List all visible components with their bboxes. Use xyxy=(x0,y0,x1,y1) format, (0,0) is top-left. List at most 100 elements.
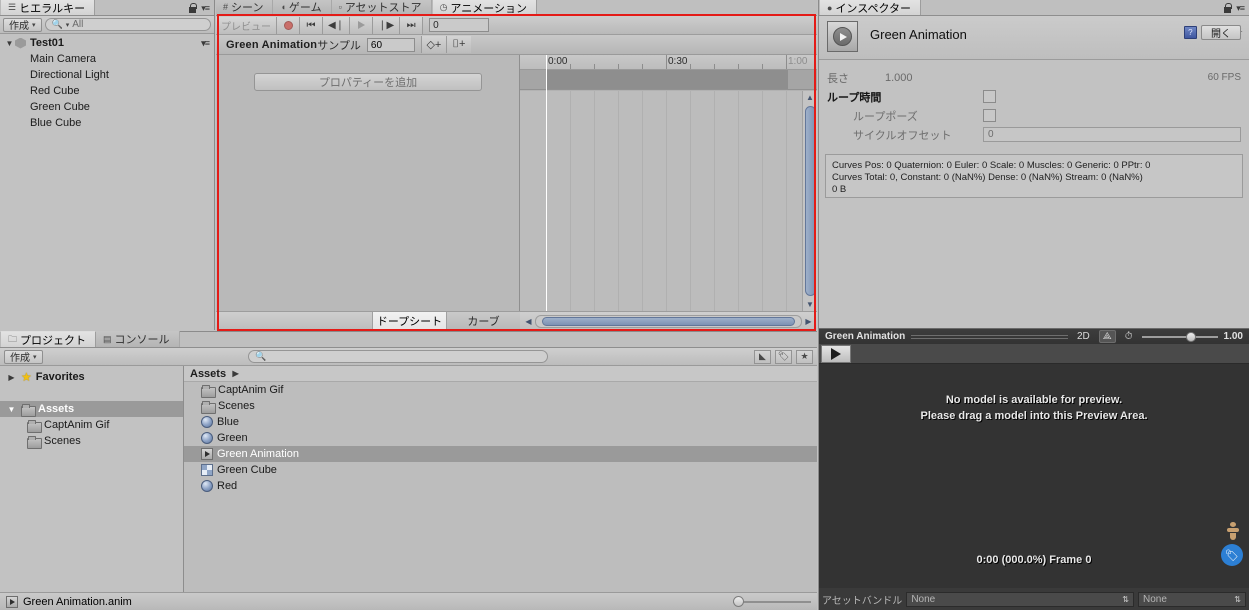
tab-animation[interactable]: ◷ アニメーション xyxy=(431,0,537,15)
list-item-selected[interactable]: Green Animation xyxy=(184,446,817,462)
tab-asset-store[interactable]: ▫ アセットストア xyxy=(331,0,432,15)
list-item[interactable]: CaptAnim Gif xyxy=(184,382,817,398)
tab-console[interactable]: ▤ コンソール xyxy=(96,331,180,347)
project-search-input[interactable]: 🔍 xyxy=(248,350,549,363)
open-button[interactable]: 開く xyxy=(1201,25,1241,40)
hierarchy-item[interactable]: Blue Cube xyxy=(0,115,214,131)
list-item[interactable]: Blue xyxy=(184,414,817,430)
chevron-down-icon[interactable]: ▼ xyxy=(6,405,17,414)
scroll-right-icon[interactable]: ▶ xyxy=(802,315,815,328)
current-frame-input[interactable]: 0 xyxy=(429,18,490,32)
play-button[interactable] xyxy=(350,16,374,34)
asset-variant-dropdown[interactable]: None ⇅ xyxy=(1138,591,1246,607)
preview-area[interactable]: No model is available for preview. Pleas… xyxy=(819,364,1249,588)
tab-project[interactable]: 🗀 プロジェクト xyxy=(0,331,97,347)
chevron-down-icon[interactable]: ▼ xyxy=(4,39,15,48)
preview-button[interactable]: プレビュー xyxy=(216,16,277,34)
chevron-down-icon: ▾ xyxy=(32,21,36,29)
panel-menu-icon[interactable]: ▾≡ xyxy=(201,3,210,14)
next-keyframe-button[interactable]: ❘▶ xyxy=(373,16,401,34)
hierarchy-item[interactable]: Main Camera xyxy=(0,51,214,67)
breadcrumb-label[interactable]: Assets xyxy=(190,368,226,380)
tab-inspector[interactable]: ● インスペクター xyxy=(819,0,922,15)
sample-rate-input[interactable]: 60 xyxy=(366,37,415,52)
hierarchy-item[interactable]: Green Cube xyxy=(0,99,214,115)
tab-hierarchy[interactable]: ☰ ヒエラルキー xyxy=(0,0,96,15)
tab-curves[interactable]: カーブ xyxy=(446,312,520,330)
hierarchy-scene-root[interactable]: ▼ Test01 ▾≡ xyxy=(0,35,214,51)
search-icon: 🔍 xyxy=(255,351,267,361)
preview-2d-toggle[interactable]: 2D xyxy=(1074,331,1093,342)
timeline-ruler[interactable]: 0:00 0:30 1:00 xyxy=(520,55,817,70)
prev-keyframe-button[interactable]: ◀❘ xyxy=(323,16,351,34)
project-split: ▶ ★ Favorites ▼ Assets CaptAnim Gif Scen… xyxy=(0,366,817,592)
gamepad-icon: ◖ xyxy=(280,2,286,12)
axis-icon[interactable]: ⟁ xyxy=(1098,330,1116,343)
list-item[interactable]: Green Cube xyxy=(184,462,817,478)
scroll-down-icon[interactable]: ▼ xyxy=(806,298,814,311)
loop-pose-row: ループポーズ xyxy=(827,106,1241,125)
tab-scene-label: シーン xyxy=(231,2,264,14)
slider-knob[interactable] xyxy=(733,595,744,607)
project-tree-assets[interactable]: ▼ Assets xyxy=(0,401,183,417)
project-tree-favorites[interactable]: ▶ ★ Favorites xyxy=(0,369,183,385)
clip-name-label[interactable]: Green Animation xyxy=(216,39,317,51)
list-item[interactable]: Green xyxy=(184,430,817,446)
list-item[interactable]: Red xyxy=(184,478,817,494)
project-tree-item[interactable]: Scenes xyxy=(0,433,183,449)
add-event-button[interactable]: ⌷+ xyxy=(445,36,471,53)
tag-icon[interactable]: 🏷 xyxy=(1221,544,1243,566)
hscroll-track[interactable] xyxy=(535,314,802,328)
hscroll-thumb[interactable] xyxy=(542,316,795,326)
vscroll-thumb[interactable] xyxy=(804,106,816,296)
tab-dope-sheet[interactable]: ドープシート xyxy=(372,312,446,330)
tab-game[interactable]: ◖ ゲーム xyxy=(273,0,332,15)
timeline-vertical-scrollbar[interactable]: ▲ ▼ xyxy=(802,91,817,311)
preview-zoom-slider[interactable] xyxy=(1141,331,1218,342)
search-icon: 🔍 xyxy=(51,19,63,29)
filter-by-type-icon[interactable]: ◣ xyxy=(754,349,772,364)
animation-clip-row: Green Animation サンプル 60 ◇+ ⌷+ xyxy=(216,35,817,55)
favorites-star-icon[interactable]: ★ xyxy=(796,349,814,364)
add-property-button[interactable]: プロパティーを追加 xyxy=(254,73,482,91)
chevron-right-icon[interactable]: ▶ xyxy=(6,373,17,382)
center-dock: # シーン ◖ ゲーム ▫ アセットストア ◷ アニメーション プレビュー ⏮ … xyxy=(216,0,817,330)
list-item[interactable]: Scenes xyxy=(184,398,817,414)
hierarchy-item[interactable]: Red Cube xyxy=(0,83,214,99)
hierarchy-item-label: Red Cube xyxy=(30,85,80,97)
create-button[interactable]: 作成 ▾ xyxy=(3,17,42,32)
timeline-horizontal-scrollbar[interactable]: ◀ ▶ xyxy=(520,311,817,330)
project-tree-item[interactable]: CaptAnim Gif xyxy=(0,417,183,433)
hierarchy-item[interactable]: Directional Light xyxy=(0,67,214,83)
hierarchy-search-input[interactable]: 🔍 ▾ All xyxy=(44,18,211,31)
help-icon[interactable]: ? xyxy=(1183,25,1197,39)
add-keyframe-button[interactable]: ◇+ xyxy=(420,36,446,53)
loop-pose-checkbox[interactable] xyxy=(983,109,996,122)
scroll-left-icon[interactable]: ◀ xyxy=(522,315,535,328)
filter-by-label-icon[interactable]: 🏷 xyxy=(775,349,793,364)
avatar-icon[interactable] xyxy=(1227,522,1239,540)
scene-menu-icon[interactable]: ▾≡ xyxy=(201,38,210,49)
panel-menu-icon[interactable]: ▾≡ xyxy=(1236,3,1245,14)
last-frame-button[interactable]: ⏭ xyxy=(400,16,424,34)
lock-icon[interactable] xyxy=(188,3,198,14)
playhead[interactable] xyxy=(546,55,547,311)
clock-icon[interactable]: ⏱ xyxy=(1122,331,1136,342)
asset-bundle-dropdown[interactable]: None ⇅ xyxy=(906,591,1134,607)
material-icon xyxy=(201,480,213,492)
loop-time-checkbox[interactable] xyxy=(983,90,996,103)
tab-scene[interactable]: # シーン xyxy=(216,0,274,15)
lock-icon[interactable] xyxy=(1223,3,1233,14)
vscroll-track[interactable] xyxy=(804,104,816,298)
first-frame-button[interactable]: ⏮ xyxy=(300,16,323,34)
hierarchy-item-label: Directional Light xyxy=(30,69,109,81)
record-button[interactable] xyxy=(277,16,300,34)
project-create-button[interactable]: 作成 ▾ xyxy=(4,349,43,364)
scroll-up-icon[interactable]: ▲ xyxy=(806,91,814,104)
slider-knob[interactable] xyxy=(1185,331,1196,342)
sample-label: サンプル xyxy=(317,39,361,52)
cycle-offset-input[interactable]: 0 xyxy=(983,127,1241,142)
preview-play-button[interactable] xyxy=(821,344,851,363)
project-zoom-slider[interactable] xyxy=(733,595,811,608)
dopesheet-grid[interactable] xyxy=(520,91,817,311)
